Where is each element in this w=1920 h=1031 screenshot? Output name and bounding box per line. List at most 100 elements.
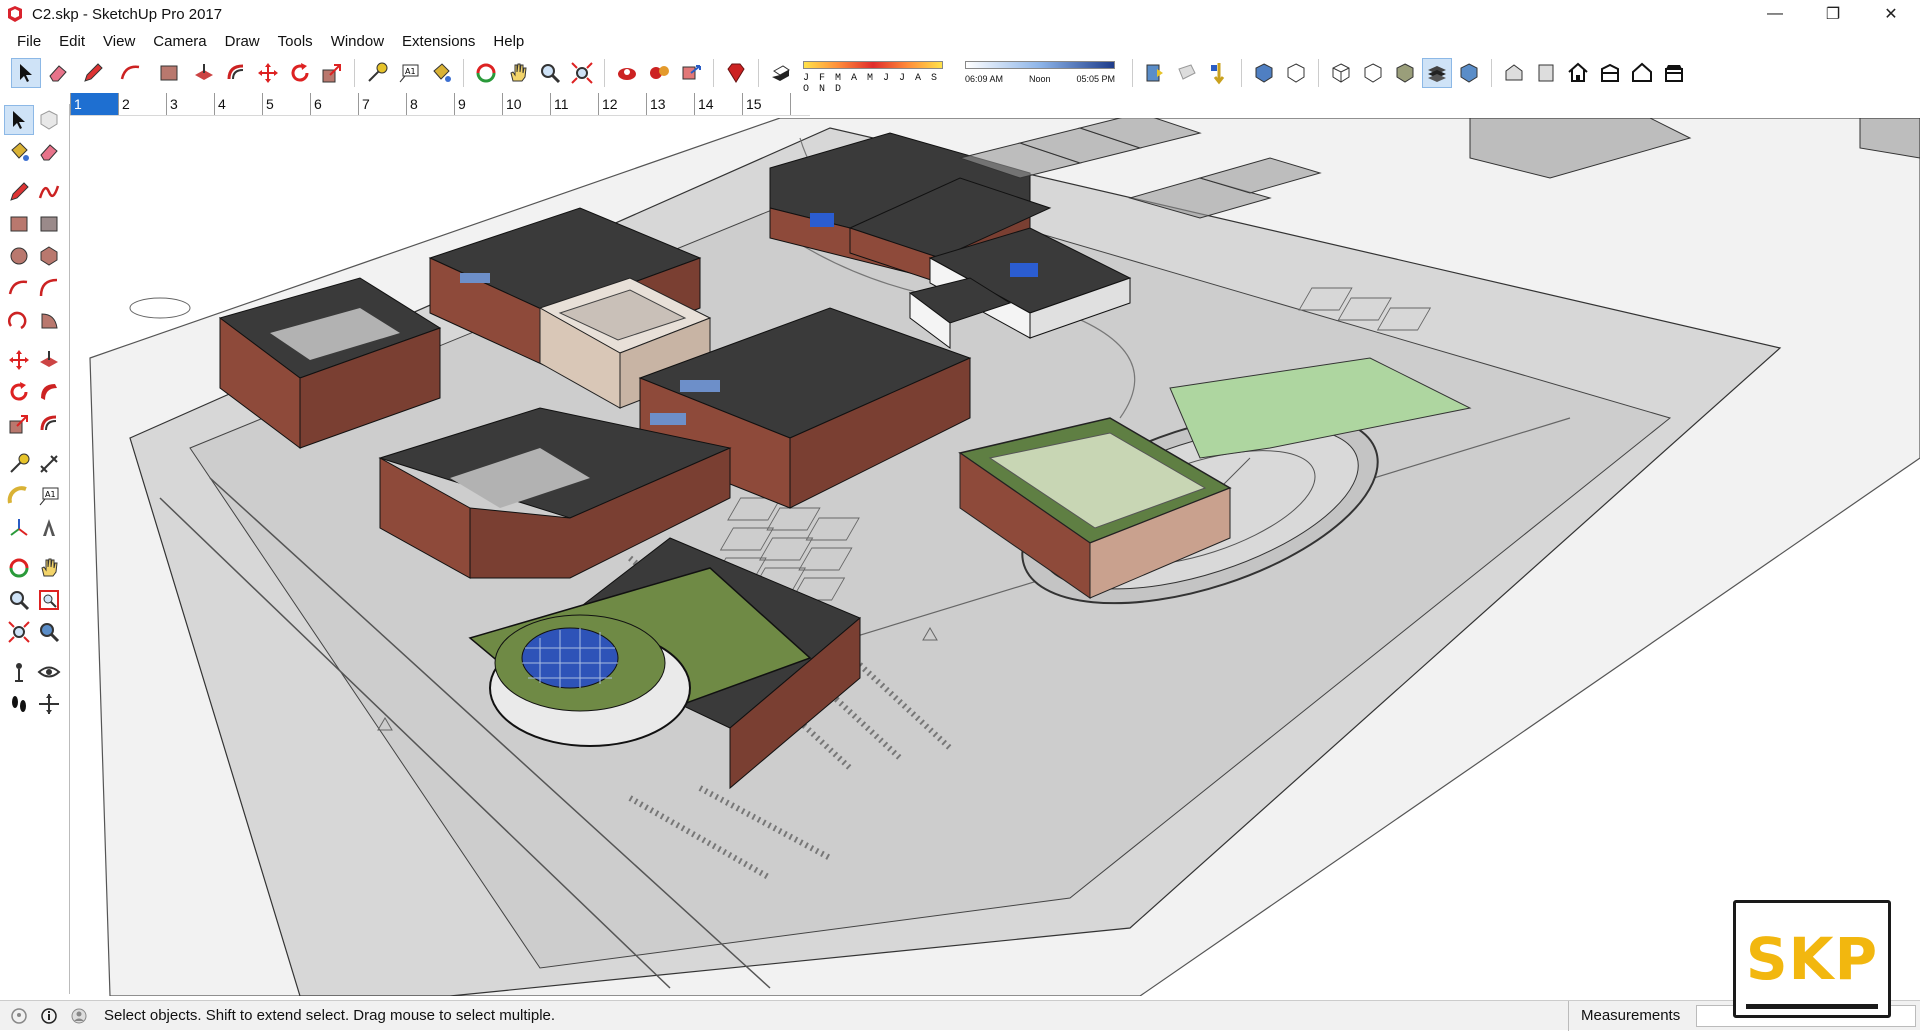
previous-view-tool[interactable]: [34, 617, 64, 647]
tape-measure-tool-button[interactable]: [362, 58, 392, 88]
tape-measure-tool[interactable]: [4, 449, 34, 479]
eraser-tool-button[interactable]: [43, 58, 73, 88]
follow-me-tool[interactable]: [34, 377, 64, 407]
section-plane-button[interactable]: [1140, 58, 1170, 88]
scene-tab-10[interactable]: 10: [502, 92, 550, 115]
iso-view-button[interactable]: [1499, 58, 1529, 88]
two-point-arc-tool[interactable]: [34, 273, 64, 303]
component-tool[interactable]: [34, 105, 64, 135]
offset-tool[interactable]: [34, 409, 64, 439]
minimize-button[interactable]: —: [1746, 0, 1804, 28]
close-button[interactable]: ✕: [1862, 0, 1920, 28]
extension-manager-button[interactable]: [721, 58, 751, 88]
menu-edit[interactable]: Edit: [50, 33, 94, 50]
menu-camera[interactable]: Camera: [144, 33, 215, 50]
rotate-tool[interactable]: [4, 377, 34, 407]
dimension-tool[interactable]: [34, 449, 64, 479]
xray-style-button[interactable]: [1249, 58, 1279, 88]
scene-tab-8[interactable]: 8: [406, 92, 454, 115]
paint-bucket-tool-button[interactable]: [426, 58, 456, 88]
zoom-tool[interactable]: [4, 585, 34, 615]
time-slider[interactable]: 06:09 AM Noon 05:05 PM: [965, 58, 1120, 88]
menu-help[interactable]: Help: [484, 33, 533, 50]
zoom-tool-button[interactable]: [535, 58, 565, 88]
rotated-rectangle-tool[interactable]: [34, 209, 64, 239]
scale-tool[interactable]: [4, 409, 34, 439]
menu-view[interactable]: View: [94, 33, 144, 50]
scene-tab-7[interactable]: 7: [358, 92, 406, 115]
zoom-extents-button[interactable]: [567, 58, 597, 88]
3d-warehouse-button[interactable]: [612, 58, 642, 88]
wireframe-style-button[interactable]: [1326, 58, 1356, 88]
zoom-window-tool[interactable]: [34, 585, 64, 615]
right-view-button[interactable]: [1595, 58, 1625, 88]
scale-tool-button[interactable]: [317, 58, 347, 88]
monochrome-style-button[interactable]: [1454, 58, 1484, 88]
paint-tool[interactable]: [4, 137, 34, 167]
shaded-style-button[interactable]: [1390, 58, 1420, 88]
sign-in-icon[interactable]: [68, 1005, 90, 1027]
rotate-tool-button[interactable]: [285, 58, 315, 88]
pie-tool[interactable]: [34, 305, 64, 335]
position-camera-tool[interactable]: [4, 657, 34, 687]
select-tool-button[interactable]: [11, 58, 41, 88]
back-edges-style-button[interactable]: [1281, 58, 1311, 88]
axes-tool[interactable]: [4, 513, 34, 543]
look-around-tool[interactable]: [34, 657, 64, 687]
orbit-tool[interactable]: [4, 553, 34, 583]
scene-tab-12[interactable]: 12: [598, 92, 646, 115]
arc-tool[interactable]: [4, 273, 34, 303]
walk-tool[interactable]: [4, 689, 34, 719]
polygon-tool[interactable]: [34, 241, 64, 271]
shaded-textures-style-button[interactable]: [1422, 58, 1452, 88]
pan-tool[interactable]: [34, 553, 64, 583]
menu-draw[interactable]: Draw: [216, 33, 269, 50]
scene-tab-14[interactable]: 14: [694, 92, 742, 115]
text-tool[interactable]: A1: [34, 481, 64, 511]
scene-tab-6[interactable]: 6: [310, 92, 358, 115]
section-fill-button[interactable]: [1204, 58, 1234, 88]
text-tool-button[interactable]: A1: [394, 58, 424, 88]
front-view-button[interactable]: [1563, 58, 1593, 88]
offset-tool-button[interactable]: [221, 58, 251, 88]
three-point-arc-tool[interactable]: [4, 305, 34, 335]
freehand-tool[interactable]: [34, 177, 64, 207]
circle-tool[interactable]: [4, 241, 34, 271]
model-viewport[interactable]: [70, 118, 1920, 996]
rectangle-tool-button[interactable]: [151, 58, 187, 88]
credits-icon[interactable]: [38, 1005, 60, 1027]
left-view-button[interactable]: [1659, 58, 1689, 88]
line-tool-button[interactable]: [75, 58, 111, 88]
select-tool[interactable]: [4, 105, 34, 135]
menu-file[interactable]: File: [8, 33, 50, 50]
back-view-button[interactable]: [1627, 58, 1657, 88]
3d-text-tool[interactable]: [34, 513, 64, 543]
scene-tab-3[interactable]: 3: [166, 92, 214, 115]
menu-window[interactable]: Window: [322, 33, 393, 50]
protractor-tool[interactable]: [4, 481, 34, 511]
menu-tools[interactable]: Tools: [269, 33, 322, 50]
move-tool[interactable]: [4, 345, 34, 375]
zoom-extents-tool[interactable]: [4, 617, 34, 647]
line-tool[interactable]: [4, 177, 34, 207]
hidden-line-style-button[interactable]: [1358, 58, 1388, 88]
geo-location-icon[interactable]: [8, 1005, 30, 1027]
scene-tab-9[interactable]: 9: [454, 92, 502, 115]
push-pull-tool[interactable]: [34, 345, 64, 375]
menu-extensions[interactable]: Extensions: [393, 33, 484, 50]
pan-tool-button[interactable]: [503, 58, 533, 88]
scene-tab-5[interactable]: 5: [262, 92, 310, 115]
eraser-tool[interactable]: [34, 137, 64, 167]
restore-button[interactable]: ❐: [1804, 0, 1862, 28]
section-display-button[interactable]: [1172, 58, 1202, 88]
scene-tab-2[interactable]: 2: [118, 92, 166, 115]
top-view-button[interactable]: [1531, 58, 1561, 88]
shadows-toggle-button[interactable]: [766, 58, 796, 88]
month-slider[interactable]: J F M A M J J A S O N D: [803, 58, 953, 95]
orbit-tool-button[interactable]: [471, 58, 501, 88]
arc-tool-button[interactable]: [113, 58, 149, 88]
section-plane-tool[interactable]: [34, 689, 64, 719]
scene-tab-1[interactable]: 1: [70, 92, 118, 115]
push-pull-tool-button[interactable]: [189, 58, 219, 88]
share-model-button[interactable]: [676, 58, 706, 88]
